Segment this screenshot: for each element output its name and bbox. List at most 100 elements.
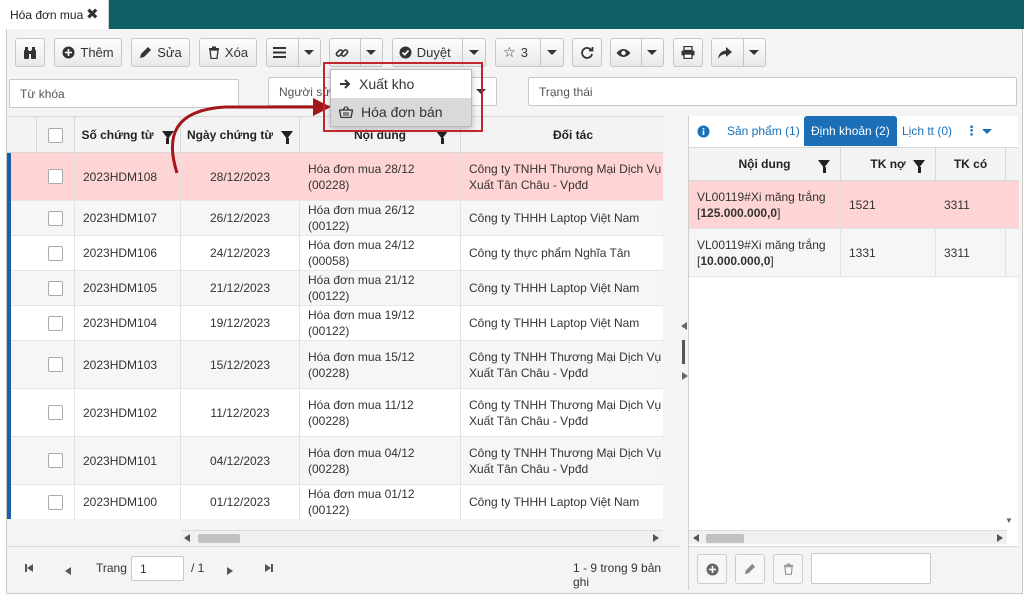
- detail-add-button[interactable]: [697, 554, 727, 584]
- tab-san-pham[interactable]: Sản phẩm (1): [727, 116, 800, 146]
- row-checkbox[interactable]: [48, 315, 63, 331]
- page-input[interactable]: 1: [131, 556, 184, 581]
- col-header-noi-dung[interactable]: Nội dung: [689, 148, 841, 180]
- table-row[interactable]: 2023HDM106 24/12/2023 Hóa đơn mua 24/12 (0…: [7, 236, 663, 271]
- detail-edit-button[interactable]: [735, 554, 765, 584]
- star-dropdown-toggle[interactable]: [540, 39, 563, 66]
- cell-so: 2023HDM100: [75, 485, 181, 519]
- scroll-thumb[interactable]: [706, 534, 744, 543]
- cell-noi-dung: VL00119#Xi măng trắng [10.000.000,0]: [689, 229, 841, 276]
- table-row[interactable]: 2023HDM102 11/12/2023 Hóa đơn mua 11/12 (0…: [7, 389, 663, 437]
- refresh-button[interactable]: [572, 38, 602, 67]
- cell-ngay: 24/12/2023: [181, 236, 300, 270]
- detail-horizontal-scrollbar[interactable]: [689, 530, 1007, 544]
- status-placeholder: Trạng thái: [539, 84, 593, 99]
- scroll-down-icon[interactable]: ▼: [1005, 516, 1013, 525]
- header-spacer: [7, 117, 37, 153]
- menu-dropdown-toggle[interactable]: [297, 39, 320, 66]
- star-count: 3: [520, 45, 528, 60]
- detail-search-input[interactable]: [811, 553, 931, 584]
- last-page-icon[interactable]: [265, 564, 273, 572]
- table-row[interactable]: 2023HDM108 28/12/2023 Hóa đơn mua 28/12 (0…: [7, 153, 663, 201]
- row-spacer: [7, 437, 37, 484]
- prev-page-icon[interactable]: [65, 564, 71, 578]
- scroll-thumb[interactable]: [198, 534, 240, 543]
- table-row[interactable]: 2023HDM104 19/12/2023 Hóa đơn mua 19/12 (0…: [7, 306, 663, 341]
- view-dropdown-toggle[interactable]: [640, 39, 663, 66]
- cell-ngay: 19/12/2023: [181, 306, 300, 340]
- cell-so: 2023HDM102: [75, 389, 181, 436]
- add-button[interactable]: Thêm: [54, 38, 122, 67]
- pencil-icon: [744, 563, 756, 575]
- tab-lich-tt[interactable]: Lịch tt (0): [902, 116, 952, 146]
- col-label: Số chứng từ: [81, 128, 154, 142]
- filter-icon[interactable]: [913, 160, 925, 173]
- col-header-doi-tac[interactable]: Đối tác: [461, 117, 663, 153]
- printer-icon: [681, 46, 695, 59]
- share-button[interactable]: [711, 38, 766, 67]
- filter-icon[interactable]: [818, 160, 830, 173]
- table-row[interactable]: 2023HDM107 26/12/2023 Hóa đơn mua 26/12 (0…: [7, 201, 663, 236]
- filter-icon[interactable]: [436, 131, 448, 144]
- detail-row[interactable]: VL00119#Xi măng trắng [10.000.000,0] 1331 3…: [689, 229, 1019, 277]
- annotation-arrow: [170, 98, 331, 174]
- search-button[interactable]: [15, 38, 45, 67]
- cell-tk-no: 1521: [841, 181, 936, 228]
- collapse-left-icon[interactable]: [681, 322, 687, 330]
- star-button[interactable]: ☆ 3: [495, 38, 564, 67]
- info-icon[interactable]: [697, 116, 710, 146]
- row-checkbox[interactable]: [48, 405, 63, 420]
- table-row[interactable]: 2023HDM100 01/12/2023 Hóa đơn mua 01/12 (0…: [7, 485, 663, 519]
- menu-button[interactable]: [266, 38, 321, 67]
- table-row[interactable]: 2023HDM103 15/12/2023 Hóa đơn mua 15/12 (0…: [7, 341, 663, 389]
- select-all-checkbox[interactable]: [48, 127, 63, 143]
- close-icon[interactable]: ✖: [86, 5, 99, 23]
- table-row[interactable]: 2023HDM101 04/12/2023 Hóa đơn mua 04/12 (0…: [7, 437, 663, 485]
- table-row[interactable]: 2023HDM105 21/12/2023 Hóa đơn mua 21/12 (0…: [7, 271, 663, 306]
- bracket: ]: [777, 205, 781, 220]
- print-button[interactable]: [673, 38, 703, 67]
- detail-delete-button[interactable]: [773, 554, 803, 584]
- cell-noidung: Hóa đơn mua 24/12 (00058): [300, 236, 461, 270]
- cell-doitac: Công ty THHH Laptop Việt Nam: [461, 271, 663, 305]
- cell-noidung: Hóa đơn mua 15/12 (00228): [300, 341, 461, 388]
- delete-button[interactable]: Xóa: [199, 38, 257, 67]
- tab-dinh-khoan[interactable]: Định khoản (2): [804, 116, 897, 146]
- share-dropdown-toggle[interactable]: [742, 39, 765, 66]
- page-total: / 1: [191, 561, 205, 575]
- row-checkbox[interactable]: [48, 453, 63, 468]
- item-amount: 125.000.000,0: [700, 205, 778, 220]
- cell-so: 2023HDM105: [75, 271, 181, 305]
- row-spacer: [7, 236, 37, 270]
- record-summary: 1 - 9 trong 9 bản ghi: [573, 561, 662, 589]
- row-checkbox[interactable]: [48, 169, 63, 184]
- cell-noidung: Hóa đơn mua 11/12 (00228): [300, 389, 461, 436]
- row-checkbox[interactable]: [48, 494, 63, 510]
- grid-horizontal-scrollbar[interactable]: [181, 530, 663, 544]
- scroll-left-icon[interactable]: [693, 534, 699, 542]
- cell-doitac: Công ty TNHH Thương Mại Dịch Vụ & Sản Xu…: [461, 437, 663, 484]
- cell-so: 2023HDM107: [75, 201, 181, 235]
- splitter-handle[interactable]: [682, 340, 685, 364]
- status-input[interactable]: Trạng thái: [528, 77, 1017, 106]
- detail-row[interactable]: VL00119#Xi măng trắng [125.000.000,0] 1521…: [689, 181, 1019, 229]
- scroll-right-icon[interactable]: [997, 534, 1003, 542]
- row-checkbox[interactable]: [48, 245, 63, 261]
- row-spacer: [7, 306, 37, 340]
- row-spacer: [7, 201, 37, 235]
- col-header-tk-no[interactable]: TK nợ: [841, 148, 936, 180]
- view-button[interactable]: [610, 38, 664, 67]
- scroll-right-icon[interactable]: [653, 534, 659, 542]
- row-checkbox[interactable]: [48, 210, 63, 226]
- tab-hoa-don-mua[interactable]: Hóa đơn mua ✖: [0, 0, 109, 29]
- scroll-left-icon[interactable]: [184, 534, 190, 542]
- row-checkbox[interactable]: [48, 357, 63, 372]
- next-page-icon[interactable]: [227, 564, 233, 578]
- col-header-tk-co[interactable]: TK có: [936, 148, 1006, 180]
- edit-button[interactable]: Sửa: [131, 38, 190, 67]
- first-page-icon[interactable]: [25, 564, 33, 572]
- more-tabs-button[interactable]: ⋮: [965, 116, 992, 146]
- row-checkbox[interactable]: [48, 280, 63, 296]
- cell-doitac: Công ty TNHH Thương Mại Dịch Vụ & Sản Xu…: [461, 153, 663, 200]
- chevron-down-icon: [304, 50, 315, 55]
